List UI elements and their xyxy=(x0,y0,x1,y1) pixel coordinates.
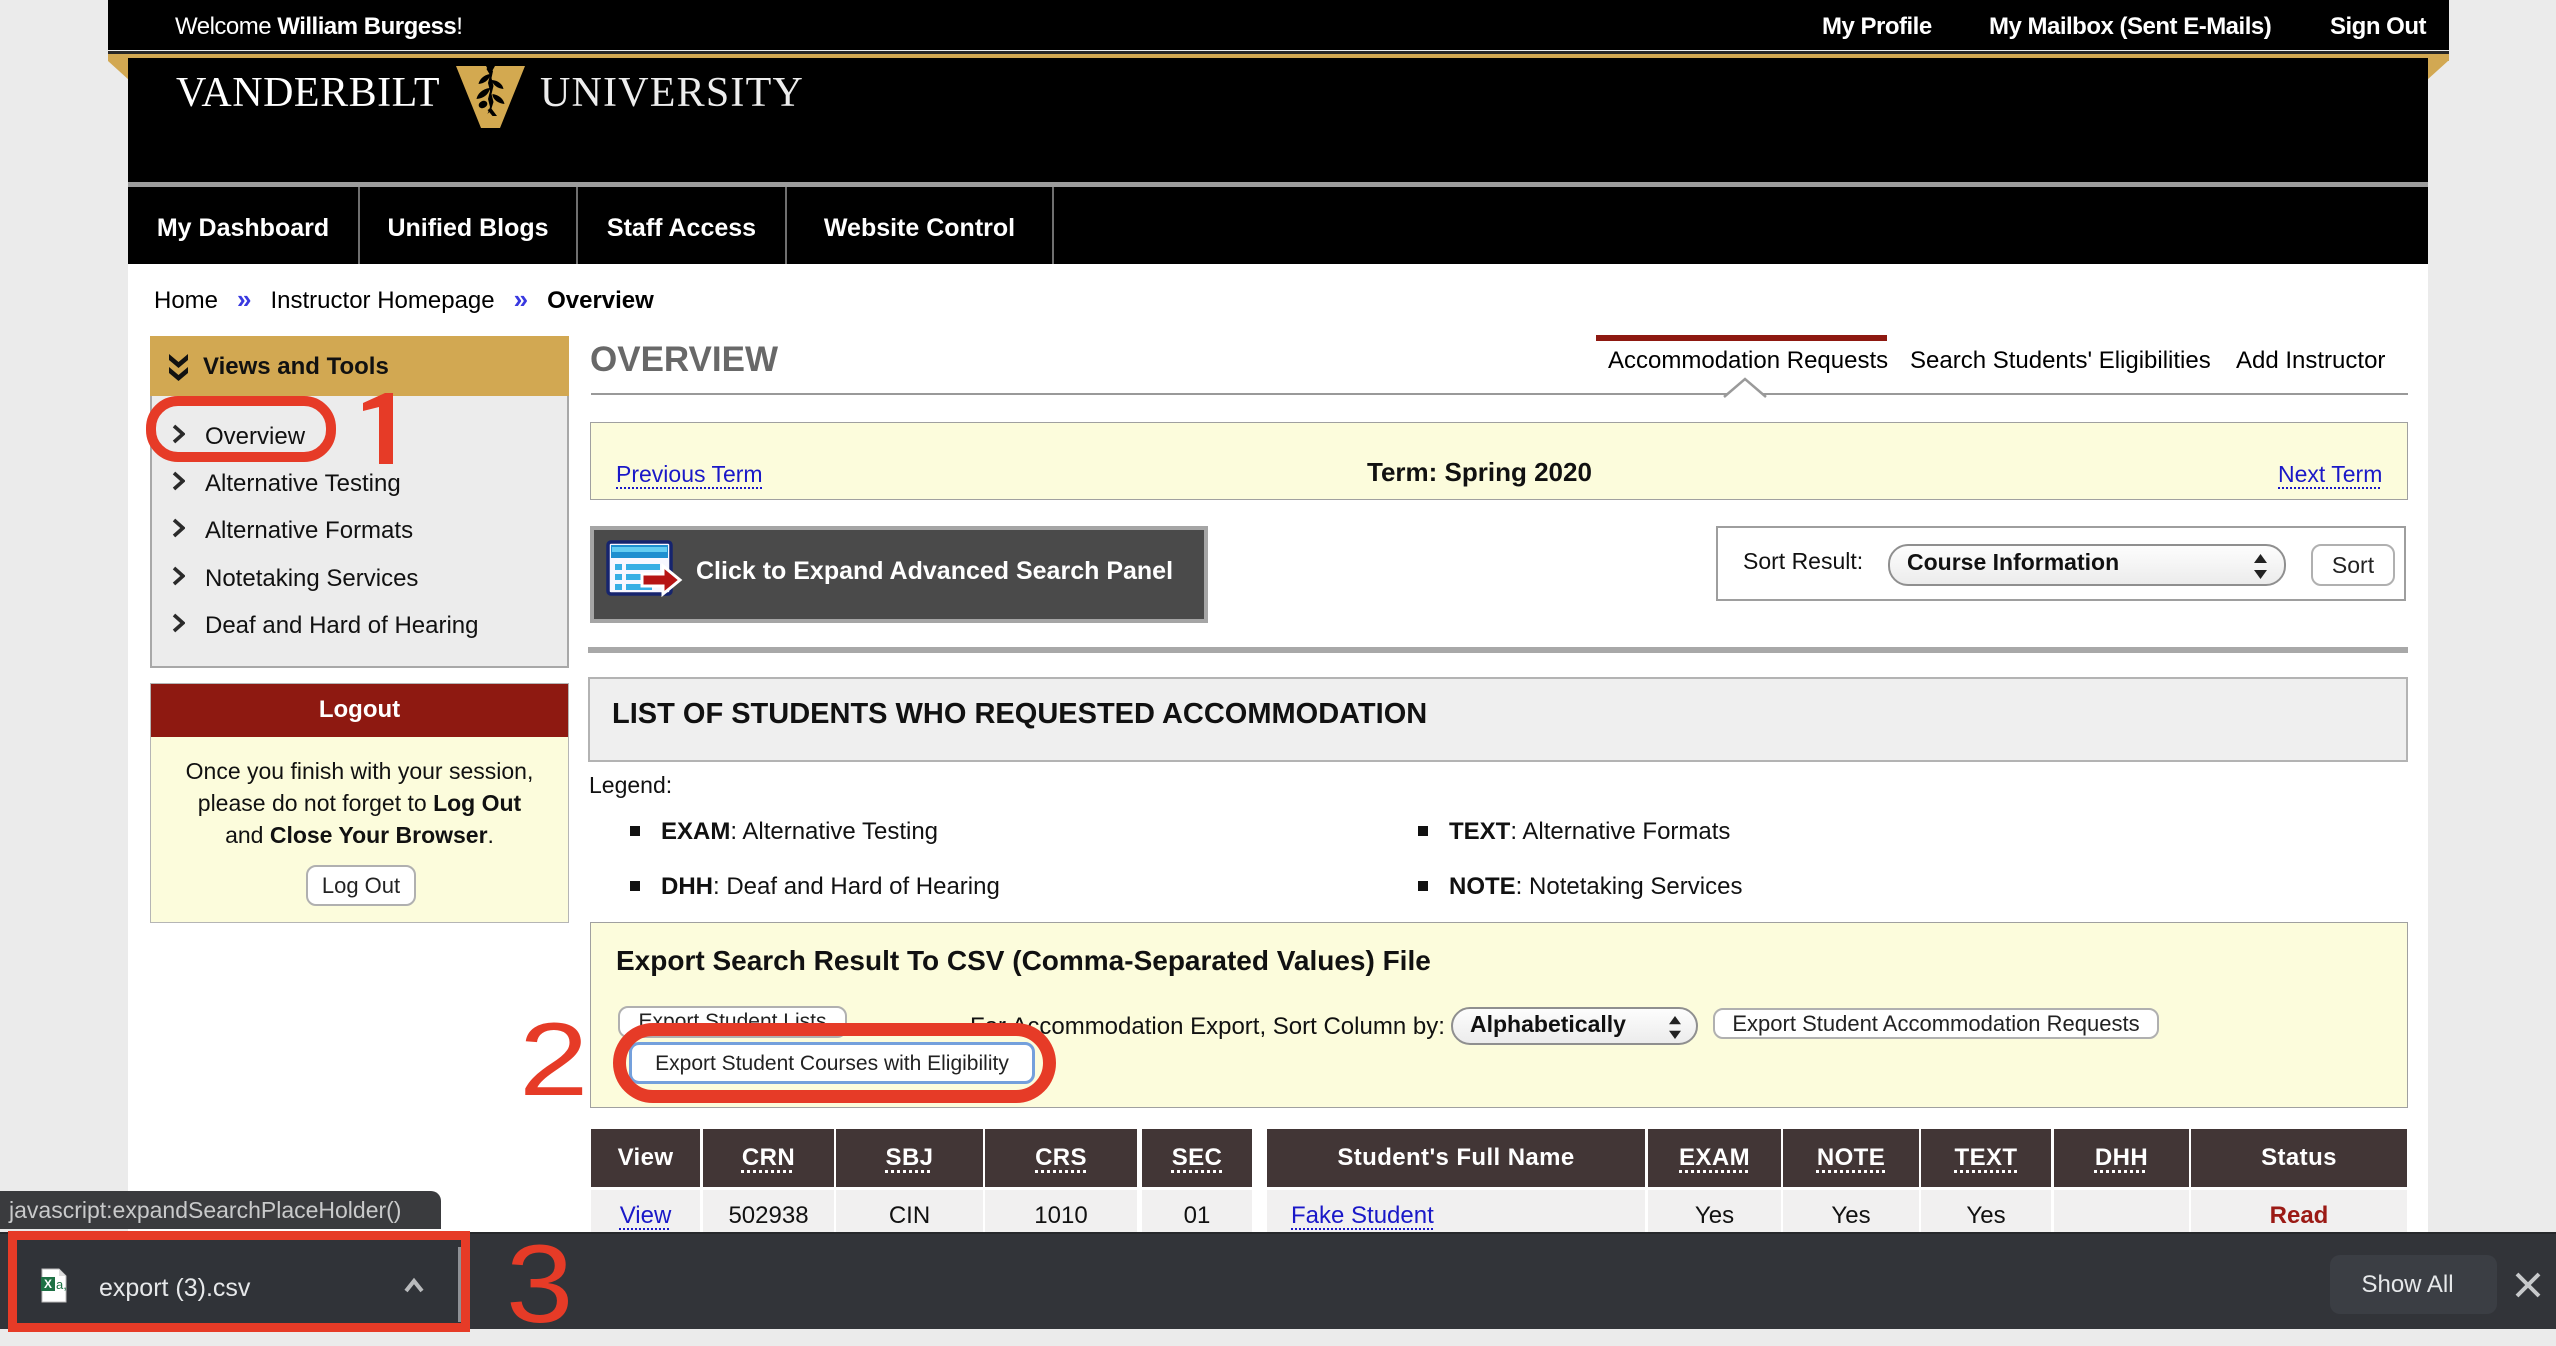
svg-text:X: X xyxy=(44,1277,52,1291)
svg-text:a,: a, xyxy=(56,1277,67,1292)
